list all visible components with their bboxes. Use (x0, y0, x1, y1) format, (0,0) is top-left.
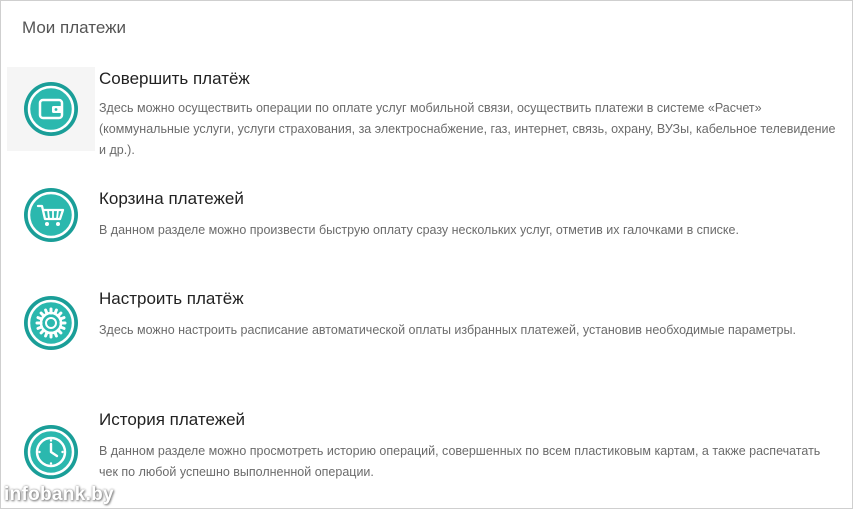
menu-item-make-payment[interactable]: Совершить платёж Здесь можно осуществить… (1, 67, 852, 157)
menu-item-title[interactable]: История платежей (99, 410, 245, 430)
icon-container (7, 67, 95, 151)
icon-container (7, 173, 95, 257)
menu-item-payment-history[interactable]: История платежей В данном разделе можно … (1, 401, 852, 486)
menu-item-description: Здесь можно осуществить операции по опла… (99, 101, 836, 157)
wallet-icon (24, 82, 78, 136)
menu-item-description: Здесь можно настроить расписание автомат… (99, 323, 796, 337)
menu-item-title[interactable]: Совершить платёж (99, 69, 250, 89)
clock-icon (24, 425, 78, 479)
payments-panel: Мои платежи Совершить платёж Здесь можно… (0, 0, 853, 509)
watermark-logo: infobank.by (4, 484, 114, 505)
menu-item-title[interactable]: Корзина платежей (99, 189, 244, 209)
cart-icon (24, 188, 78, 242)
icon-container (7, 281, 95, 365)
menu-item-payment-cart[interactable]: Корзина платежей В данном разделе можно … (1, 181, 852, 261)
page-title: Мои платежи (22, 18, 126, 37)
menu-item-setup-payment[interactable]: Настроить платёж Здесь можно настроить р… (1, 281, 852, 371)
icon-container (7, 410, 95, 494)
menu-item-description: В данном разделе можно произвести быстру… (99, 223, 739, 237)
menu-item-title[interactable]: Настроить платёж (99, 289, 244, 309)
gear-icon (24, 296, 78, 350)
menu-item-description: В данном разделе можно просмотреть истор… (99, 444, 821, 479)
